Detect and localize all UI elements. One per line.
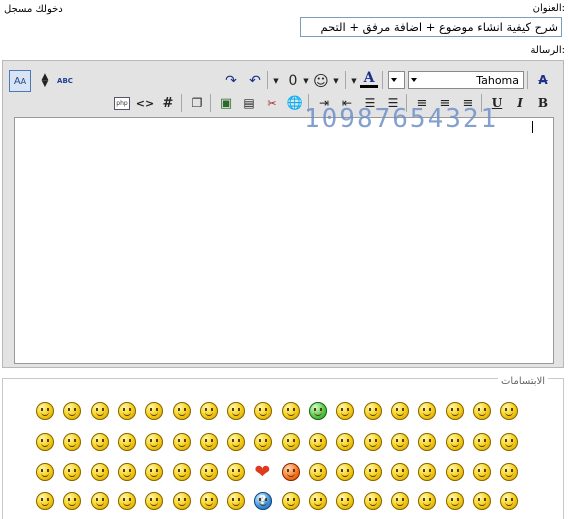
smilie-smile-icon[interactable]	[90, 402, 109, 420]
text-cursor	[532, 121, 533, 133]
smilie-smile10-icon[interactable]	[199, 463, 218, 481]
smilie-smile19-icon[interactable]	[500, 492, 519, 510]
smilie-laugh-icon[interactable]	[90, 492, 109, 510]
logged-in-status: دخولك مسجل	[4, 4, 63, 15]
smilie-smile11-icon[interactable]	[281, 463, 300, 481]
smilie-mad-icon[interactable]	[500, 463, 519, 481]
wrap-code-button[interactable]: <>	[135, 93, 155, 113]
smilie-smile17-icon[interactable]	[363, 492, 382, 510]
quote-icon[interactable]: ❐	[187, 93, 207, 113]
smilie-smile7-icon[interactable]	[445, 433, 464, 451]
wrap-code-hash-button[interactable]: #	[158, 93, 178, 113]
subject-label: العنوان:	[532, 3, 565, 14]
font-name-select[interactable]: Tahoma	[408, 71, 524, 89]
bold-button[interactable]: B	[533, 93, 553, 113]
smilie-cry-icon[interactable]	[227, 433, 246, 451]
smilie-thinking-icon[interactable]	[281, 492, 300, 510]
smilie-blush-icon[interactable]	[309, 433, 327, 451]
smilie-sad-icon[interactable]	[199, 492, 218, 510]
switch-editor-mode-icon[interactable]: AA	[9, 70, 31, 92]
smilie-smile9-icon[interactable]	[90, 463, 109, 481]
smilie-wave-icon[interactable]	[117, 433, 136, 451]
remove-formatting-icon[interactable]: A	[533, 70, 553, 90]
smilie-bored-icon[interactable]	[309, 463, 327, 481]
smilie-smile15-icon[interactable]	[36, 492, 54, 510]
spellcheck-icon[interactable]: ABC	[55, 71, 75, 91]
smilie-smile16-icon[interactable]	[227, 492, 246, 510]
smilie-smile18-icon[interactable]	[472, 492, 491, 510]
smilie-wink6-icon[interactable]	[390, 492, 409, 510]
smilie-sleepy-icon[interactable]	[472, 402, 491, 420]
subject-input[interactable]: شرح كيفية انشاء موضوع + اضافة مرفق + الت…	[300, 17, 562, 37]
smilie-tongue-icon[interactable]	[227, 402, 246, 420]
smilies-legend: الابتسامات	[498, 376, 549, 387]
smilie-heart-icon[interactable]: ❤	[254, 463, 272, 482]
insert-link-icon[interactable]: 🌐	[285, 93, 305, 113]
italic-button[interactable]: I	[510, 93, 530, 113]
text-color-icon[interactable]: A	[359, 69, 379, 89]
smilie-wink3-icon[interactable]	[472, 433, 491, 451]
smilie-cool-icon[interactable]	[36, 402, 54, 420]
attachment-icon[interactable]: 0	[283, 71, 303, 91]
wrap-php-button[interactable]: php	[112, 93, 132, 113]
smilie-smile4-icon[interactable]	[90, 433, 109, 451]
smilie-kiss-icon[interactable]	[227, 463, 246, 481]
message-textarea[interactable]	[14, 117, 554, 364]
text-color-dropdown-icon[interactable]: ▼	[349, 71, 359, 91]
smilie-love-icon[interactable]	[117, 463, 136, 481]
smilie-angel-icon[interactable]	[36, 433, 54, 451]
smilie-roll-icon[interactable]	[500, 402, 519, 420]
smilie-angry-icon[interactable]	[500, 433, 519, 451]
remove-link-icon[interactable]: ✂	[262, 93, 282, 113]
smilie-green-icon[interactable]	[309, 402, 327, 420]
smilie-gear-icon[interactable]	[281, 402, 300, 420]
smilie-ninja-icon[interactable]	[172, 492, 191, 510]
smilie-smile13-icon[interactable]	[445, 463, 464, 481]
undo-icon[interactable]: ↶	[245, 71, 265, 91]
smilie-smile5-icon[interactable]	[172, 433, 191, 451]
smilie-smile12-icon[interactable]	[363, 463, 382, 481]
smilie-shy-icon[interactable]	[390, 463, 409, 481]
insert-image-icon[interactable]: ▣	[216, 93, 236, 113]
smilie-arrow-icon[interactable]	[172, 402, 191, 420]
resize-editor-icon[interactable]: ▲ ▼	[35, 71, 55, 91]
misc-dropdown-icon[interactable]: ▼	[271, 71, 281, 91]
smilie-wink2-icon[interactable]	[199, 402, 218, 420]
digit-overlay: 10987654321	[304, 104, 499, 134]
smilie-grad-icon[interactable]	[363, 433, 382, 451]
redo-icon[interactable]: ↷	[221, 71, 241, 91]
smilie-grin2-icon[interactable]	[390, 433, 409, 451]
smilie-frown-icon[interactable]	[445, 492, 464, 510]
insert-video-icon[interactable]: ▤	[239, 93, 259, 113]
smilie-circle-icon[interactable]	[363, 402, 382, 420]
smilie-rolleyes-icon[interactable]	[117, 492, 136, 510]
smilie-crazy-icon[interactable]	[445, 402, 464, 420]
message-label: الرسالة:	[530, 45, 565, 56]
font-size-select[interactable]	[388, 71, 405, 89]
smilie-dropdown-icon[interactable]: ▼	[331, 71, 341, 91]
smilie-cry2-icon[interactable]	[309, 492, 327, 510]
smilie-nerd-icon[interactable]	[172, 463, 191, 481]
smilie-neutral-icon[interactable]	[281, 433, 300, 451]
smilie-sigh-icon[interactable]	[199, 433, 218, 451]
smilie-back-icon[interactable]	[390, 402, 409, 420]
smilie-smile8-icon[interactable]	[36, 463, 54, 481]
smilie-smile14-icon[interactable]	[472, 463, 491, 481]
smilie-wink-icon[interactable]	[117, 402, 136, 420]
insert-smilie-icon[interactable]: ☺	[311, 71, 331, 91]
